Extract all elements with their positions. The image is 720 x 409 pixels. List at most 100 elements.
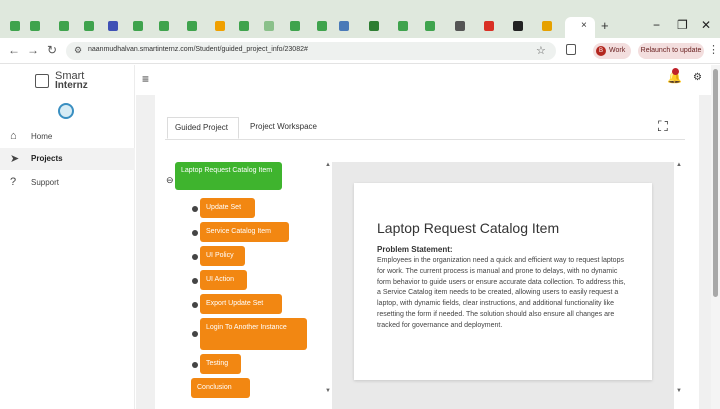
content-scroll-down-icon[interactable]: ▼ bbox=[676, 388, 682, 394]
tab-favicon-icon[interactable] bbox=[484, 21, 494, 31]
tab-favicon-icon[interactable] bbox=[455, 21, 465, 31]
tree-bullet-icon bbox=[192, 230, 198, 236]
tab-favicon-icon[interactable] bbox=[10, 21, 20, 31]
tab-favicon-icon[interactable] bbox=[290, 21, 300, 31]
tab-favicon-icon[interactable] bbox=[425, 21, 435, 31]
tab-project-workspace[interactable]: Project Workspace bbox=[244, 117, 326, 139]
tree-scroll-up-icon[interactable]: ▲ bbox=[325, 162, 331, 168]
tab-favicon-icon[interactable] bbox=[339, 21, 349, 31]
minimize-icon[interactable]: − bbox=[653, 18, 660, 32]
tree-bullet-icon bbox=[192, 254, 198, 260]
sidebar-item-projects[interactable]: ➤ Projects bbox=[0, 148, 135, 170]
site-info-icon[interactable]: ⚙ bbox=[74, 45, 82, 56]
tab-favicon-icon[interactable] bbox=[108, 21, 118, 31]
user-avatar[interactable] bbox=[58, 103, 74, 119]
tab-label: Guided Project bbox=[175, 123, 228, 132]
tree-node-service-catalog-item[interactable]: Service Catalog Item bbox=[200, 222, 289, 242]
tree-node-label: Export Update Set bbox=[206, 300, 264, 307]
maximize-icon[interactable]: ❐ bbox=[677, 18, 688, 32]
tree-root-node[interactable]: Laptop Request Catalog Item bbox=[175, 162, 282, 190]
logo[interactable]: Smart Internz bbox=[55, 71, 88, 91]
forward-icon[interactable]: → bbox=[27, 43, 39, 57]
tab-label: Project Workspace bbox=[250, 122, 317, 131]
tree-node-update-set[interactable]: Update Set bbox=[200, 198, 255, 218]
tree-node-ui-action[interactable]: UI Action bbox=[200, 270, 247, 290]
sidebar-item-support[interactable]: ? Support bbox=[0, 172, 135, 194]
url-bar[interactable]: ⚙ naanmudhalvan.smartinternz.com/Student… bbox=[66, 42, 556, 60]
extensions-icon[interactable] bbox=[566, 44, 576, 55]
tree-node-label: UI Action bbox=[206, 276, 235, 283]
profile-avatar: B bbox=[596, 46, 606, 56]
window-close-icon[interactable]: ✕ bbox=[701, 18, 711, 32]
tree-node-conclusion[interactable]: Conclusion bbox=[191, 378, 250, 398]
browser-menu-icon[interactable]: ⋮ bbox=[708, 43, 719, 56]
tab-favicon-icon[interactable] bbox=[513, 21, 523, 31]
hamburger-menu-icon[interactable]: ≡ bbox=[142, 72, 149, 86]
sidebar-item-label: Projects bbox=[31, 154, 63, 163]
sidebar-item-home[interactable]: ⌂ Home bbox=[0, 126, 135, 148]
tab-favicon-icon[interactable] bbox=[59, 21, 69, 31]
url-text[interactable]: naanmudhalvan.smartinternz.com/Student/g… bbox=[88, 46, 308, 53]
tree-node-label: Conclusion bbox=[197, 384, 232, 391]
tree-scroll-down-icon[interactable]: ▼ bbox=[325, 388, 331, 394]
tab-favicon-icon[interactable] bbox=[84, 21, 94, 31]
tree-node-label: Service Catalog Item bbox=[206, 228, 271, 235]
problem-statement-label: Problem Statement: bbox=[377, 245, 453, 254]
tab-favicon-icon[interactable] bbox=[542, 21, 552, 31]
tree-bullet-icon bbox=[192, 362, 198, 368]
tree-node-login-another-instance[interactable]: Login To Another Instance bbox=[200, 318, 307, 350]
back-icon[interactable]: ← bbox=[8, 43, 20, 57]
address-bar: ← → ↻ ⚙ naanmudhalvan.smartinternz.com/S… bbox=[0, 38, 720, 64]
bookmark-star-icon[interactable]: ☆ bbox=[536, 44, 546, 57]
reload-icon[interactable]: ↻ bbox=[47, 43, 57, 57]
content-title: Laptop Request Catalog Item bbox=[377, 220, 560, 236]
tree-bullet-icon bbox=[192, 302, 198, 308]
page-scrollbar-thumb[interactable] bbox=[713, 69, 718, 297]
tab-favicon-icon[interactable] bbox=[398, 21, 408, 31]
tree-bullet-icon bbox=[192, 278, 198, 284]
gear-icon[interactable]: ⚙ bbox=[693, 72, 702, 83]
tab-favicon-icon[interactable] bbox=[215, 21, 225, 31]
tree-node-ui-policy[interactable]: UI Policy bbox=[200, 246, 245, 266]
tab-favicon-icon[interactable] bbox=[264, 21, 274, 31]
new-tab-icon[interactable]: + bbox=[601, 18, 609, 33]
relaunch-button[interactable]: Relaunch to update bbox=[638, 43, 704, 59]
paper-plane-icon: ➤ bbox=[10, 153, 20, 165]
active-tab[interactable] bbox=[565, 17, 595, 38]
tree-node-label: Update Set bbox=[206, 204, 242, 211]
tab-favicon-icon[interactable] bbox=[30, 21, 40, 31]
logo-icon bbox=[35, 74, 49, 88]
tab-guided-project[interactable]: Guided Project bbox=[167, 117, 239, 139]
tab-favicon-icon[interactable] bbox=[133, 21, 143, 31]
tab-favicon-icon[interactable] bbox=[369, 21, 379, 31]
tree-node-label: Laptop Request Catalog Item bbox=[181, 167, 273, 174]
content-scroll-up-icon[interactable]: ▲ bbox=[676, 162, 682, 168]
logo-line2: Internz bbox=[55, 80, 88, 91]
tree-node-export-update-set[interactable]: Export Update Set bbox=[200, 294, 282, 314]
home-icon: ⌂ bbox=[10, 130, 17, 142]
page-scrollbar[interactable] bbox=[711, 65, 720, 409]
profile-button[interactable]: B Work bbox=[593, 43, 631, 59]
tab-favicon-icon[interactable] bbox=[187, 21, 197, 31]
tree-node-testing[interactable]: Testing bbox=[200, 354, 241, 374]
fullscreen-icon[interactable]: ⛶ bbox=[658, 118, 668, 135]
tab-favicon-icon[interactable] bbox=[239, 21, 249, 31]
problem-statement-text: Employees in the organization need a qui… bbox=[377, 257, 626, 329]
sidebar-item-label: Support bbox=[31, 178, 60, 187]
tab-favicon-icon[interactable] bbox=[317, 21, 327, 31]
close-tab-icon[interactable]: × bbox=[581, 20, 587, 31]
tree-bullet-icon bbox=[192, 206, 198, 212]
question-icon: ? bbox=[10, 176, 17, 188]
tab-divider bbox=[165, 139, 685, 140]
sidebar: Smart Internz ⌂ Home ➤ Projects ? Suppor… bbox=[0, 65, 135, 409]
tab-favicon-icon[interactable] bbox=[159, 21, 169, 31]
tree-bullet-icon bbox=[192, 331, 198, 337]
tree-node-label: Testing bbox=[206, 360, 229, 367]
sidebar-item-label: Home bbox=[31, 132, 53, 141]
notification-badge bbox=[672, 68, 679, 75]
tree-node-label: UI Policy bbox=[206, 252, 234, 259]
profile-label: Work bbox=[609, 47, 626, 54]
collapse-icon[interactable]: ⊖ bbox=[166, 175, 174, 186]
tree-node-label: Login To Another Instance bbox=[206, 324, 287, 331]
content-card: Laptop Request Catalog Item Problem Stat… bbox=[354, 183, 652, 380]
